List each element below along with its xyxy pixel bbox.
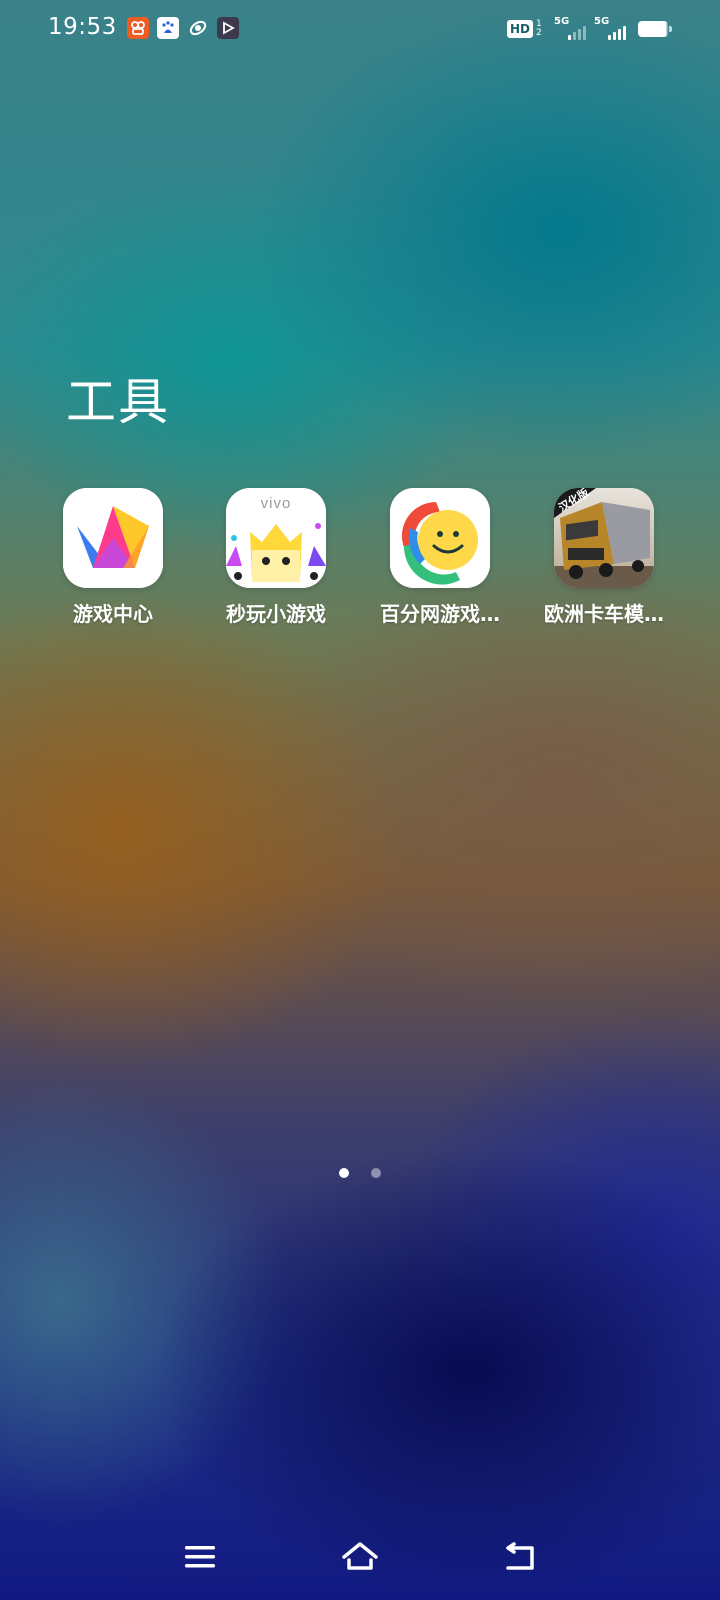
sim2-signal-icon: 5G	[594, 16, 626, 40]
home-icon[interactable]	[338, 1535, 382, 1579]
folder-title[interactable]: 工具	[66, 362, 170, 434]
battery-icon	[638, 21, 672, 37]
sim1-signal-icon: 5G	[554, 16, 586, 40]
game-center-icon[interactable]	[63, 488, 163, 588]
kuaishou-icon	[127, 17, 149, 39]
browser-icon	[187, 17, 209, 39]
app-euro-truck[interactable]: 汉化版 欧洲卡车模…	[522, 488, 686, 627]
baidu-icon	[157, 17, 179, 39]
app-label: 百分网游戏…	[380, 602, 500, 626]
menu-icon[interactable]	[178, 1535, 222, 1579]
vivo-mini-games-icon[interactable]: vivo	[226, 488, 326, 588]
app-label: 游戏中心	[73, 602, 153, 626]
baifen-games-icon[interactable]	[390, 488, 490, 588]
page-dot[interactable]	[371, 1168, 381, 1178]
app-label: 欧洲卡车模…	[544, 602, 664, 626]
page-dot-active[interactable]	[339, 1168, 349, 1178]
hd-sim-index: 1 2	[536, 19, 542, 38]
back-icon[interactable]	[498, 1535, 542, 1579]
video-player-icon	[217, 17, 239, 39]
status-indicators: HD 1 2 5G 5G	[506, 16, 672, 41]
app-mini-games[interactable]: vivo 秒玩小游戏	[194, 488, 358, 627]
wallpaper	[0, 0, 720, 1600]
app-baifen-games[interactable]: 百分网游戏…	[358, 488, 522, 627]
hd-voice-badge: HD	[506, 20, 533, 38]
status-bar: 19:53 HD 1 2 5G 5G	[0, 0, 720, 56]
status-time: 19:53	[48, 14, 117, 40]
svg-text:vivo: vivo	[261, 495, 292, 512]
page-indicator[interactable]	[0, 1168, 720, 1178]
navigation-bar	[0, 1535, 720, 1579]
euro-truck-sim-icon[interactable]: 汉化版	[554, 488, 654, 588]
app-game-center[interactable]: 游戏中心	[31, 488, 195, 627]
app-label: 秒玩小游戏	[226, 602, 326, 626]
